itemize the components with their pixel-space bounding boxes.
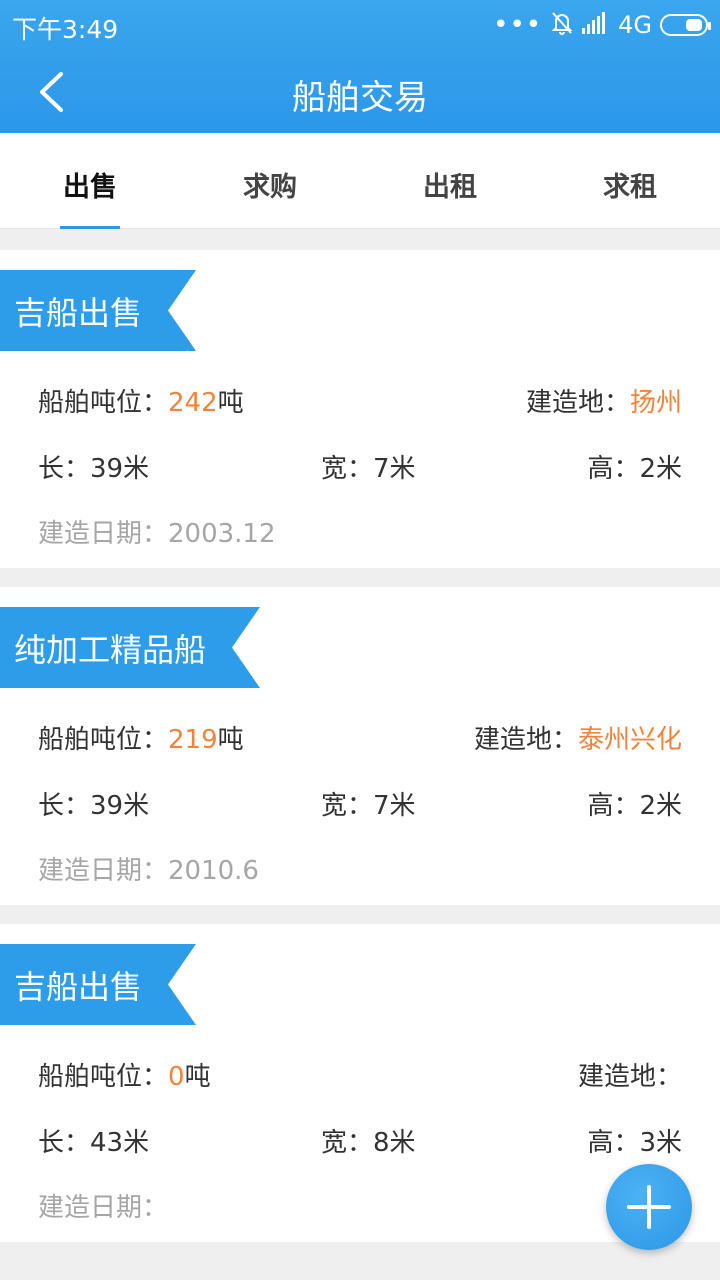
status-icons: ••• 4G <box>493 10 711 40</box>
more-dots-icon: ••• <box>493 10 543 40</box>
plus-icon <box>627 1185 671 1229</box>
listing-row-date: 建造日期：2003.12 <box>38 513 682 553</box>
app-root: 下午3:49 ••• 4G 船舶交易 出售 求购 出租 求租 吉船出售 船舶吨位… <box>0 0 720 1280</box>
tonnage-label: 船舶吨位： <box>38 1062 169 1092</box>
tonnage-value: 219 <box>168 725 218 755</box>
battery-icon <box>660 14 711 36</box>
signal-icon <box>582 12 610 38</box>
listing-row-dimensions: 长：39米 宽：7米 高：2米 <box>38 448 682 488</box>
tonnage-value: 242 <box>168 388 218 418</box>
listing-ribbon: 纯加工精品船 <box>0 607 261 688</box>
ribbon-notch <box>166 944 197 1025</box>
listing-row-dimensions: 长：43米 宽：8米 高：3米 <box>38 1122 682 1162</box>
tonnage-unit: 吨 <box>217 388 244 418</box>
listing-title: 吉船出售 <box>0 944 167 1025</box>
status-bar: 下午3:49 ••• 4G <box>0 0 720 52</box>
listing-list: 吉船出售 船舶吨位：242吨 建造地：扬州 长：39米 宽：7米 高：2米 建造… <box>0 231 720 1261</box>
divider <box>0 905 720 924</box>
tonnage-field: 船舶吨位：242吨 <box>38 382 244 419</box>
network-type: 4G <box>618 11 652 39</box>
listing-row-dimensions: 长：39米 宽：7米 高：2米 <box>38 785 682 825</box>
origin-value: 扬州 <box>629 388 682 418</box>
origin-field: 建造地： <box>578 1056 682 1093</box>
listing-ribbon: 吉船出售 <box>0 944 197 1025</box>
divider <box>0 1242 720 1261</box>
listing-card[interactable]: 纯加工精品船 船舶吨位：219吨 建造地：泰州兴化 长：39米 宽：7米 高：2… <box>0 587 720 905</box>
bell-off-icon <box>550 10 574 40</box>
origin-label: 建造地： <box>525 388 630 418</box>
width-text: 宽：7米 <box>321 454 416 484</box>
tonnage-value: 0 <box>168 1062 185 1092</box>
tab-bar: 出售 求购 出租 求租 <box>0 133 720 229</box>
add-listing-button[interactable] <box>606 1164 692 1250</box>
tonnage-label: 船舶吨位： <box>38 725 169 755</box>
height-text: 高：2米 <box>587 791 682 821</box>
length-text: 长：39米 <box>38 454 150 484</box>
tonnage-unit: 吨 <box>217 725 244 755</box>
tab-rent-in[interactable]: 求租 <box>540 133 720 228</box>
width-text: 宽：8米 <box>321 1128 416 1158</box>
origin-value: 泰州兴化 <box>577 725 682 755</box>
origin-label: 建造地： <box>577 1062 682 1092</box>
listing-title: 纯加工精品船 <box>0 607 231 688</box>
length-text: 长：39米 <box>38 791 150 821</box>
divider <box>0 568 720 587</box>
listing-ribbon: 吉船出售 <box>0 270 197 351</box>
tab-buy[interactable]: 求购 <box>180 133 360 228</box>
listing-row-date: 建造日期：2010.6 <box>38 850 682 890</box>
origin-label: 建造地： <box>473 725 578 755</box>
height-text: 高：3米 <box>587 1128 682 1158</box>
listing-row-tonnage: 船舶吨位：219吨 建造地：泰州兴化 <box>38 719 682 759</box>
listing-row-tonnage: 船舶吨位：242吨 建造地：扬州 <box>38 382 682 422</box>
tonnage-label: 船舶吨位： <box>38 388 169 418</box>
origin-field: 建造地：扬州 <box>526 382 682 419</box>
tonnage-unit: 吨 <box>184 1062 211 1092</box>
listing-title: 吉船出售 <box>0 270 167 351</box>
build-date-text: 建造日期： <box>38 1193 169 1223</box>
build-date-text: 建造日期：2003.12 <box>38 519 276 549</box>
ribbon-notch <box>166 270 197 351</box>
width-text: 宽：7米 <box>321 791 416 821</box>
status-time: 下午3:49 <box>12 15 119 44</box>
listing-row-tonnage: 船舶吨位：0吨 建造地： <box>38 1056 682 1096</box>
tab-rent-out[interactable]: 出租 <box>360 133 540 228</box>
height-text: 高：2米 <box>587 454 682 484</box>
listing-row-date: 建造日期： <box>38 1187 682 1227</box>
tonnage-field: 船舶吨位：219吨 <box>38 719 244 756</box>
listing-card[interactable]: 吉船出售 船舶吨位：242吨 建造地：扬州 长：39米 宽：7米 高：2米 建造… <box>0 250 720 568</box>
page-title: 船舶交易 <box>292 78 428 118</box>
origin-field: 建造地：泰州兴化 <box>474 719 682 756</box>
ribbon-notch <box>230 607 261 688</box>
tonnage-field: 船舶吨位：0吨 <box>38 1056 211 1093</box>
tab-sell[interactable]: 出售 <box>0 133 180 229</box>
divider <box>0 231 720 250</box>
build-date-text: 建造日期：2010.6 <box>38 856 259 886</box>
length-text: 长：43米 <box>38 1128 150 1158</box>
app-bar: 下午3:49 ••• 4G 船舶交易 <box>0 0 720 133</box>
